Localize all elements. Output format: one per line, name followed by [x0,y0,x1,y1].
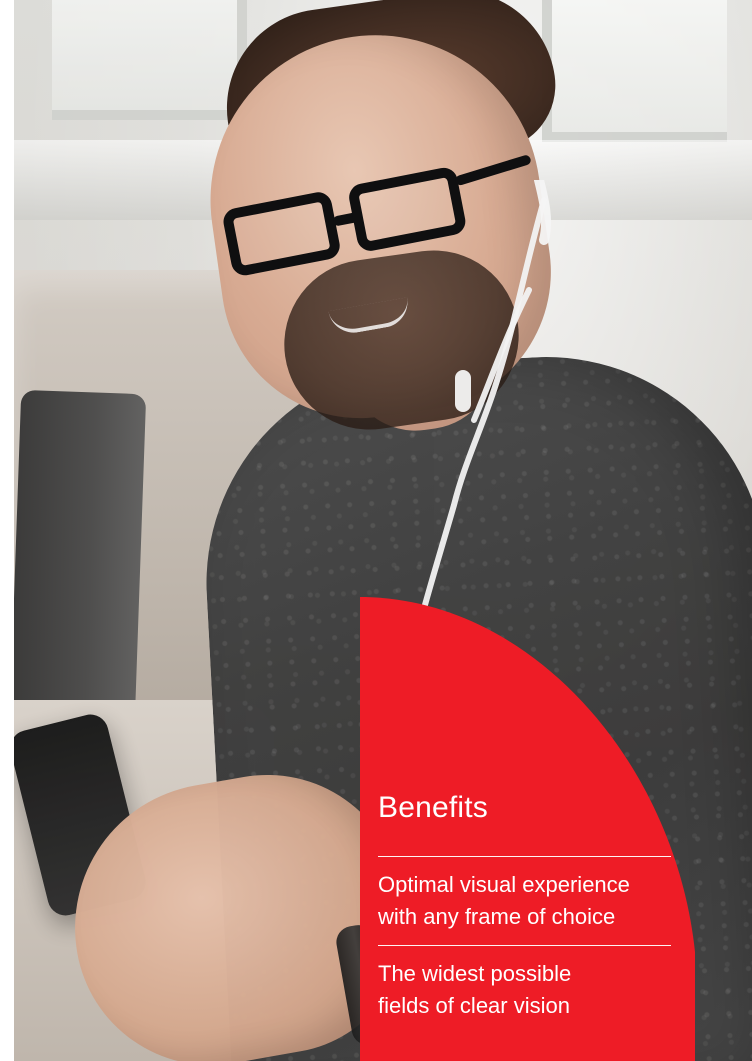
window-left [52,0,247,120]
eyeglasses-lens-left [221,189,343,278]
benefit-item-2: The widest possible fields of clear visi… [378,958,678,1022]
window-right [542,0,727,142]
benefits-divider-middle [378,945,671,946]
brochure-page: Benefits Optimal visual experience with … [0,0,752,1061]
benefit-item-2-line-1: The widest possible [378,961,572,986]
benefit-item-1-line-2: with any frame of choice [378,904,616,929]
benefit-item-1-line-1: Optimal visual experience [378,872,630,897]
benefits-divider-top [378,856,671,857]
eyeglasses-temple [454,153,532,187]
benefit-item-1: Optimal visual experience with any frame… [378,869,678,933]
benefit-item-2-line-2: fields of clear vision [378,993,570,1018]
eyeglasses-lens-right [346,165,468,254]
benefits-title: Benefits [378,791,488,824]
benefits-section: Benefits Optimal visual experience with … [378,790,678,1034]
